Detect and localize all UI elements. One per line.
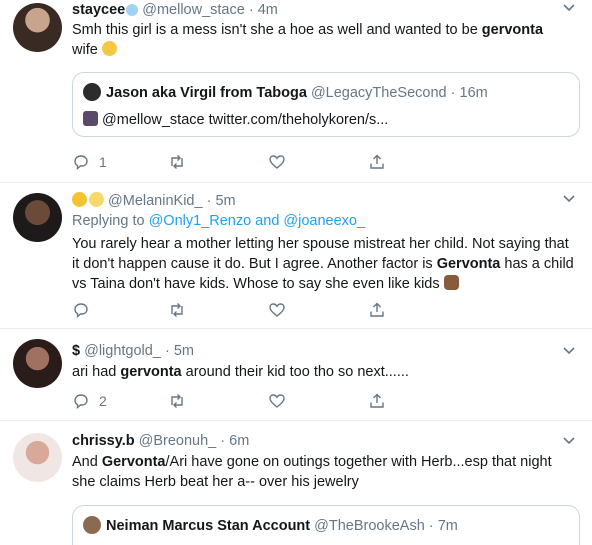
tweet-text: You rarely hear a mother letting her spo… [72, 236, 574, 292]
reply-count: 1 [99, 154, 107, 170]
quote-display-name: Jason aka Virgil from Taboga [106, 85, 307, 101]
tweet-text: And Gervonta/Ari have gone on outings to… [72, 454, 552, 490]
highlight-keyword: gervonta [120, 364, 182, 380]
share-button[interactable] [368, 300, 386, 320]
tweet-1[interactable]: staycee @mellow_stace · 4m Smh this girl… [0, 0, 592, 183]
replied-user-link[interactable]: @Only1_Renzo [149, 213, 252, 229]
sparkles-emoji [89, 192, 104, 207]
separator: · [206, 193, 212, 209]
share-button[interactable] [368, 391, 386, 411]
highlight-keyword: Gervonta [101, 454, 166, 470]
retweet-icon [171, 394, 183, 408]
replied-user-link[interactable]: @joaneexo_ [283, 213, 365, 229]
chevron-down-icon[interactable] [562, 343, 576, 357]
yellow-heart-emoji [72, 192, 87, 207]
avatar[interactable] [13, 339, 62, 388]
quoted-tweet[interactable]: Neiman Marcus Stan Account @TheBrookeAsh… [72, 505, 580, 545]
retweet-button[interactable] [168, 300, 186, 320]
emoji [126, 4, 139, 16]
reply-button[interactable]: 2 [72, 391, 107, 411]
separator: · [428, 518, 434, 534]
quote-header: Neiman Marcus Stan Account @TheBrookeAsh… [83, 516, 458, 535]
separator: · [220, 433, 226, 449]
person-emoji [83, 111, 98, 126]
reply-button[interactable] [72, 300, 99, 320]
like-icon [269, 394, 285, 408]
display-name[interactable]: $ [72, 343, 80, 359]
chevron-down-icon[interactable] [562, 0, 576, 14]
chevron-down-icon[interactable] [562, 191, 576, 205]
like-button[interactable] [268, 152, 286, 172]
reply-count: 2 [99, 393, 107, 409]
user-handle[interactable]: @lightgold_ [84, 343, 161, 359]
tweet-actions [72, 300, 392, 320]
timestamp[interactable]: 6m [229, 433, 249, 449]
user-handle[interactable]: @Breonuh_ [139, 433, 217, 449]
avatar[interactable] [13, 433, 62, 482]
tweet-header: chrissy.b @Breonuh_ · 6m [72, 432, 562, 450]
share-icon [370, 302, 384, 317]
tweet-2[interactable]: @MelaninKid_ · 5m Replying to @Only1_Ren… [0, 183, 592, 329]
quote-timestamp: 16m [459, 85, 488, 101]
person-shrugging-emoji [443, 275, 459, 290]
quote-avatar [83, 516, 101, 534]
quote-handle: @LegacyTheSecond [310, 85, 447, 101]
user-handle[interactable]: @mellow_stace [142, 2, 245, 18]
timestamp[interactable]: 4m [258, 2, 278, 18]
chevron-down-icon[interactable] [562, 433, 576, 447]
reply-icon [74, 303, 88, 318]
retweet-button[interactable] [168, 152, 186, 172]
highlight-keyword: gervonta [481, 22, 544, 38]
display-name[interactable]: staycee [72, 2, 125, 18]
display-name[interactable]: chrissy.b [72, 433, 135, 449]
tweet-3[interactable]: $ @lightgold_ · 5m ari had gervonta arou… [0, 329, 592, 421]
quote-display-name: Neiman Marcus Stan Account [106, 518, 311, 534]
timestamp[interactable]: 5m [174, 343, 194, 359]
separator: · [450, 85, 456, 101]
quoted-tweet[interactable]: Jason aka Virgil from Taboga @LegacyTheS… [72, 72, 580, 137]
user-handle[interactable]: @MelaninKid_ [108, 193, 203, 209]
tweet-header: @MelaninKid_ · 5m [72, 192, 562, 210]
thinking-emoji [101, 41, 117, 56]
tweet-actions: 1 [72, 152, 392, 172]
reply-button[interactable]: 1 [72, 152, 107, 172]
tweet-4[interactable]: chrissy.b @Breonuh_ · 6m And Gervonta/Ar… [0, 421, 592, 545]
separator: · [164, 343, 170, 359]
like-button[interactable] [268, 300, 286, 320]
separator: · [248, 2, 254, 18]
avatar[interactable] [13, 193, 62, 242]
tweet-header: $ @lightgold_ · 5m [72, 342, 562, 360]
quote-text: @mellow_stace twitter.com/theholykoren/s… [83, 111, 388, 129]
like-icon [269, 303, 285, 317]
retweet-button[interactable] [168, 391, 186, 411]
retweet-icon [171, 155, 183, 169]
quote-avatar [83, 83, 101, 101]
avatar[interactable] [13, 3, 62, 52]
quote-header: Jason aka Virgil from Taboga @LegacyTheS… [83, 83, 488, 102]
highlight-keyword: Gervonta [436, 256, 501, 272]
replying-to: Replying to @Only1_Renzo and @joaneexo_ [72, 213, 366, 229]
timestamp[interactable]: 5m [215, 193, 235, 209]
tweet-text: ari had gervonta around their kid too th… [72, 364, 409, 380]
reply-icon [74, 394, 88, 409]
reply-icon [74, 155, 88, 170]
tweet-text: Smh this girl is a mess isn't she a hoe … [72, 22, 544, 58]
quote-handle: @TheBrookeAsh [314, 518, 425, 534]
tweet-header: staycee @mellow_stace · 4m [72, 1, 562, 19]
quote-timestamp: 7m [437, 518, 458, 534]
retweet-icon [171, 303, 183, 317]
like-button[interactable] [268, 391, 286, 411]
share-button[interactable] [368, 152, 386, 172]
tweet-actions: 2 [72, 391, 392, 411]
like-icon [269, 155, 285, 169]
share-icon [370, 154, 384, 169]
share-icon [370, 393, 384, 408]
